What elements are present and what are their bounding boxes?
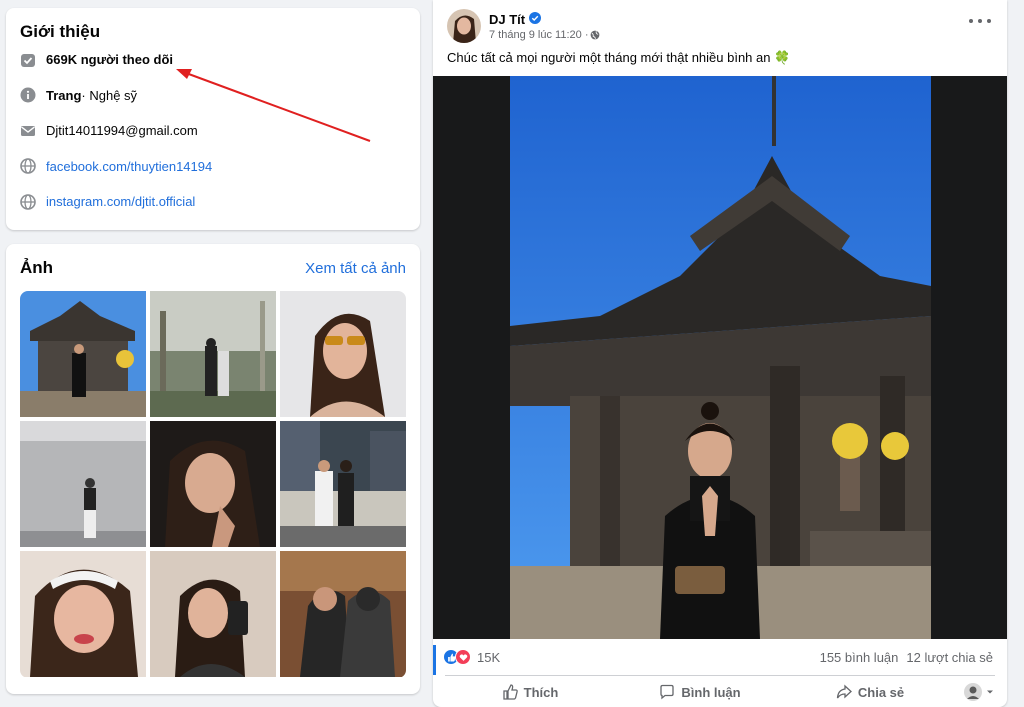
photos-title: Ảnh: [20, 258, 54, 277]
comment-button[interactable]: Bình luận: [615, 684, 785, 700]
audience-selector[interactable]: [955, 683, 995, 701]
verified-badge-icon: [529, 11, 542, 27]
page-type-row: Trang · Nghệ sỹ: [20, 78, 406, 114]
post-timestamp[interactable]: 7 tháng 9 lúc 11:20 ·: [489, 29, 588, 41]
photo-thumbnail[interactable]: [280, 421, 406, 547]
photo-thumbnail[interactable]: [280, 551, 406, 677]
photo-thumbnail[interactable]: [150, 421, 276, 547]
like-label: Thích: [523, 684, 559, 700]
post-actions: Thích Bình luận Chia sẻ: [445, 677, 995, 707]
share-arrow-icon: [836, 684, 852, 699]
avatar[interactable]: [447, 9, 481, 43]
divider: [445, 675, 995, 676]
focus-indicator: [433, 645, 436, 675]
photo-thumbnail[interactable]: [150, 551, 276, 677]
facebook-link[interactable]: facebook.com/thuytien14194: [46, 159, 212, 174]
followers-row: 669K người theo dõi: [20, 42, 406, 78]
shares-count[interactable]: 12 lượt chia sẻ: [906, 650, 993, 665]
post-card: DJ Tít 7 tháng 9 lúc 11:20 · Chúc tất cả…: [433, 0, 1007, 707]
reactions-count: 15K: [477, 649, 501, 665]
facebook-row: facebook.com/thuytien14194: [20, 149, 406, 185]
photo-thumbnail[interactable]: [20, 421, 146, 547]
page-label: Trang: [46, 87, 82, 103]
photo-thumbnail[interactable]: [20, 551, 146, 677]
instagram-link[interactable]: instagram.com/djtit.official: [46, 194, 195, 209]
instagram-row: instagram.com/djtit.official: [20, 184, 406, 220]
photo-grid: [20, 291, 406, 678]
comments-count[interactable]: 155 bình luận: [820, 650, 899, 665]
post-stats: 15K 155 bình luận 12 lượt chia sẻ: [433, 645, 1007, 669]
info-icon: [20, 87, 36, 103]
envelope-icon: [20, 123, 36, 139]
email-text: Djtit14011994@gmail.com: [46, 123, 198, 139]
see-all-photos-link[interactable]: Xem tất cả ảnh: [305, 260, 406, 277]
photo-thumbnail[interactable]: [280, 291, 406, 417]
like-button[interactable]: Thích: [445, 684, 615, 700]
photos-card: Ảnh Xem tất cả ảnh: [6, 244, 420, 694]
public-globe-icon: [590, 30, 600, 40]
globe-icon: [20, 158, 36, 175]
more-options-button[interactable]: [969, 14, 991, 28]
post-header: DJ Tít 7 tháng 9 lúc 11:20 ·: [447, 9, 600, 43]
post-caption: Chúc tất cả mọi người một tháng mới thật…: [447, 50, 791, 65]
page-category: · Nghệ sỹ: [81, 87, 138, 103]
email-row: Djtit14011994@gmail.com: [20, 113, 406, 149]
share-button[interactable]: Chia sẻ: [785, 684, 955, 700]
share-label: Chia sẻ: [857, 684, 905, 700]
photo-thumbnail[interactable]: [150, 291, 276, 417]
comment-bubble-icon: [660, 684, 675, 700]
comment-label: Bình luận: [681, 684, 741, 700]
globe-icon: [20, 193, 36, 210]
chevron-down-icon: [987, 690, 993, 694]
post-image[interactable]: [433, 76, 1007, 639]
intro-title: Giới thiệu: [20, 22, 101, 41]
followers-check-icon: [20, 52, 36, 68]
post-author[interactable]: DJ Tít: [489, 12, 525, 27]
intro-card: Giới thiệu 669K người theo dõi Trang · N…: [6, 8, 420, 230]
love-reaction-icon: [455, 649, 471, 665]
followers-text: 669K người theo dõi: [46, 52, 173, 68]
reactions-summary[interactable]: 15K: [443, 649, 500, 665]
photo-thumbnail[interactable]: [20, 291, 146, 417]
profile-avatar-icon: [964, 683, 982, 701]
thumbs-up-icon: [503, 684, 518, 700]
